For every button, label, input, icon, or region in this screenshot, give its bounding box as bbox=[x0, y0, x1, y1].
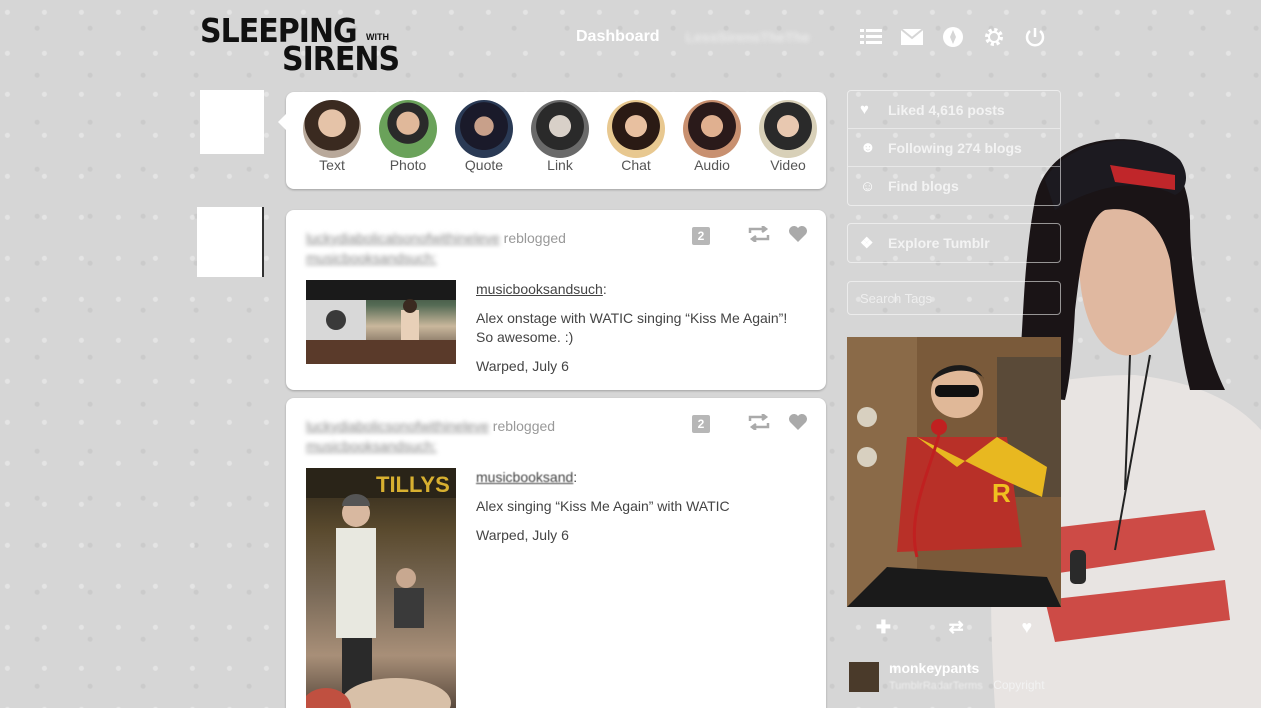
post-location: Warped, July 6 bbox=[476, 527, 569, 543]
copyright-link[interactable]: Copyright bbox=[993, 678, 1044, 692]
compass-icon: ❖ bbox=[860, 235, 874, 252]
post-type-text[interactable]: Text bbox=[302, 100, 362, 173]
post-type-label: Video bbox=[770, 157, 806, 173]
power-icon[interactable] bbox=[1023, 25, 1047, 49]
audio-post-icon bbox=[683, 100, 741, 158]
heart-icon: ♥ bbox=[860, 101, 869, 118]
source-link[interactable]: musicbooksandsuch: bbox=[306, 438, 437, 454]
post-type-audio[interactable]: Audio bbox=[682, 100, 742, 173]
post-location: Warped, July 6 bbox=[476, 358, 569, 374]
post-type-chat[interactable]: Chat bbox=[606, 100, 666, 173]
reblogger-link[interactable]: luckydiabolicsonofwithineleve bbox=[306, 418, 489, 434]
post-type-label: Quote bbox=[464, 157, 504, 173]
reblog-icon[interactable] bbox=[748, 225, 770, 246]
post-type-video[interactable]: Video bbox=[758, 100, 818, 173]
dashboard-post: luckydiabolicsonofwithineleve reblogged … bbox=[286, 398, 826, 708]
post-type-link[interactable]: Link bbox=[530, 100, 590, 173]
radar-photo-art: R bbox=[847, 337, 1061, 607]
post-avatar[interactable] bbox=[197, 207, 264, 277]
chat-post-icon bbox=[607, 100, 665, 158]
explore-box: ❖ Explore Tumblr bbox=[847, 223, 1061, 263]
quote-post-icon bbox=[455, 100, 513, 158]
dashboard-post: luckydiabolicalsonofwithineleve reblogge… bbox=[286, 210, 826, 390]
video-post-icon bbox=[759, 100, 817, 158]
reblog-icon[interactable]: ⇄ bbox=[949, 617, 964, 638]
radar-actions: ✚ ⇄ ♥ bbox=[847, 612, 1061, 642]
reblogger-link[interactable]: luckydiabolicalsonofwithineleve bbox=[306, 230, 500, 246]
reblog-icon[interactable] bbox=[748, 413, 770, 434]
sidebar-item-following[interactable]: ☻ Following 274 blogs bbox=[848, 129, 1060, 167]
link-post-icon bbox=[531, 100, 589, 158]
caption-source-link[interactable]: musicbooksandsuch bbox=[476, 281, 603, 297]
radar-photo[interactable]: R bbox=[847, 337, 1061, 607]
radar-username[interactable]: monkeypants bbox=[889, 660, 1045, 676]
nav-blog-link[interactable]: LessSirensTheThe bbox=[686, 29, 842, 45]
follow-plus-icon[interactable]: ✚ bbox=[876, 617, 891, 638]
reblog-action-text: reblogged bbox=[492, 418, 556, 434]
post-actions: 2 bbox=[692, 413, 808, 435]
concert-photo-art: TILLYS bbox=[306, 468, 456, 708]
post-photo[interactable] bbox=[306, 280, 456, 364]
logo-line2: SIRENS bbox=[282, 40, 400, 79]
post-type-label: Audio bbox=[694, 157, 730, 173]
post-type-label: Link bbox=[547, 157, 573, 173]
concert-photo-art bbox=[306, 280, 456, 364]
post-actions: 2 bbox=[692, 225, 808, 247]
top-nav: Dashboard LessSirensTheThe bbox=[576, 24, 1047, 50]
post-caption: Alex singing “Kiss Me Again” with WATIC bbox=[476, 498, 730, 514]
radar-subtitle[interactable]: TumblrRadarTerms bbox=[889, 680, 983, 692]
svg-text:TILLYS: TILLYS bbox=[376, 472, 450, 497]
sidebar-item-label: Explore Tumblr bbox=[888, 235, 990, 251]
heart-icon[interactable] bbox=[788, 413, 808, 435]
sidebar-item-liked[interactable]: ♥ Liked 4,616 posts bbox=[848, 91, 1060, 129]
sidebar-item-label: Following 274 blogs bbox=[888, 139, 1022, 156]
notes-count[interactable]: 2 bbox=[692, 415, 710, 433]
user-icon: ☻ bbox=[860, 139, 876, 156]
add-user-icon: ☺ bbox=[860, 177, 876, 195]
post-caption: Alex onstage with WATIC singing “Kiss Me… bbox=[476, 310, 788, 345]
compass-icon[interactable] bbox=[941, 25, 965, 49]
sidebar-item-label: Find blogs bbox=[888, 178, 959, 194]
svg-text:R: R bbox=[992, 478, 1011, 508]
radar-user: monkeypants TumblrRadarTerms Copyright bbox=[849, 660, 1045, 694]
reblog-action-text: reblogged bbox=[503, 230, 566, 246]
post-body: musicbooksandsuch: Alex onstage with WAT… bbox=[476, 280, 806, 386]
post-body: musicbooksand: Alex singing “Kiss Me Aga… bbox=[476, 468, 806, 555]
post-photo[interactable]: TILLYS bbox=[306, 468, 456, 708]
heart-icon[interactable]: ♥ bbox=[1021, 617, 1032, 638]
sidebar-item-explore[interactable]: ❖ Explore Tumblr bbox=[848, 224, 1060, 262]
post-header: luckydiabolicalsonofwithineleve reblogge… bbox=[306, 228, 596, 268]
sidebar-item-label: Liked 4,616 posts bbox=[888, 101, 1005, 118]
notes-count[interactable]: 2 bbox=[692, 227, 710, 245]
sidebar-item-find-blogs[interactable]: ☺ Find blogs bbox=[848, 167, 1060, 205]
search-input[interactable] bbox=[848, 282, 1060, 314]
blog-logo[interactable]: SLEEPING WITH SIRENS bbox=[200, 12, 400, 79]
nav-dashboard-link[interactable]: Dashboard bbox=[576, 28, 660, 46]
post-type-quote[interactable]: Quote bbox=[454, 100, 514, 173]
radar-user-avatar[interactable] bbox=[849, 662, 879, 692]
mail-icon[interactable] bbox=[900, 25, 924, 49]
sidebar-menu: ♥ Liked 4,616 posts ☻ Following 274 blog… bbox=[847, 90, 1061, 206]
post-type-label: Text bbox=[319, 157, 345, 173]
photo-post-icon bbox=[379, 100, 437, 158]
gear-icon[interactable] bbox=[982, 25, 1006, 49]
heart-icon[interactable] bbox=[788, 225, 808, 247]
text-post-icon bbox=[303, 100, 361, 158]
caption-source-link[interactable]: musicbooksand bbox=[476, 469, 573, 485]
tag-search bbox=[847, 281, 1061, 315]
post-type-photo[interactable]: Photo bbox=[378, 100, 438, 173]
user-avatar[interactable] bbox=[200, 90, 264, 154]
post-type-bar: Text Photo Quote Link Chat Audio Video bbox=[278, 92, 826, 189]
source-link[interactable]: musicbooksandsuch: bbox=[306, 250, 437, 266]
post-type-label: Photo bbox=[389, 157, 427, 173]
list-icon[interactable] bbox=[859, 25, 883, 49]
post-header: luckydiabolicsonofwithineleve reblogged … bbox=[306, 416, 596, 456]
post-type-label: Chat bbox=[621, 157, 651, 173]
